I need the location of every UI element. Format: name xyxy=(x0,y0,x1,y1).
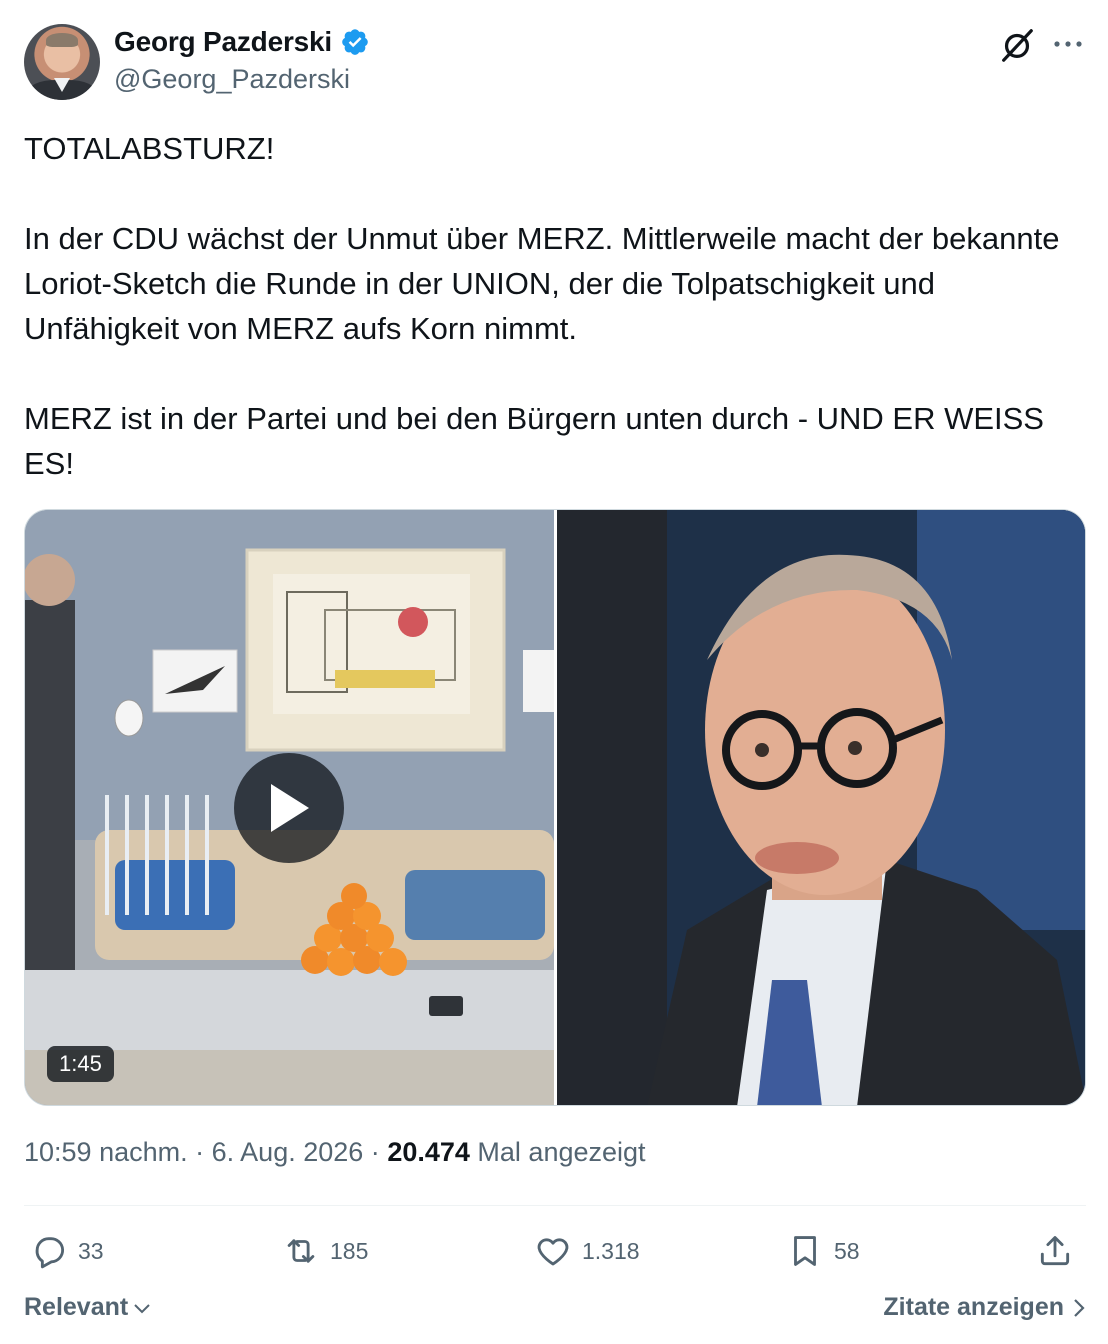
tweet-text: TOTALABSTURZ! In der CDU wächst der Unmu… xyxy=(24,131,1060,481)
author-name[interactable]: Georg Pazderski xyxy=(114,26,332,58)
play-button[interactable] xyxy=(234,753,344,863)
avatar-hair xyxy=(46,33,78,47)
photo-thumbnail[interactable] xyxy=(557,510,1085,1105)
reply-button[interactable]: 33 xyxy=(30,1229,104,1273)
sort-dropdown[interactable]: Relevant xyxy=(24,1293,152,1322)
reply-count: 33 xyxy=(78,1237,104,1264)
video-thumbnail[interactable]: 1:45 xyxy=(25,510,554,1105)
bookmark-icon xyxy=(794,1236,816,1266)
avatar[interactable] xyxy=(24,24,100,100)
tweet-date[interactable]: 6. Aug. 2026 xyxy=(212,1137,364,1167)
meta-separator: · xyxy=(370,1137,380,1167)
author-name-row[interactable]: Georg Pazderski xyxy=(114,26,370,58)
bookmark-button[interactable]: 58 xyxy=(786,1229,860,1273)
bookmark-count: 58 xyxy=(834,1237,860,1264)
media-grid: 1:45 xyxy=(24,509,1086,1106)
share-button[interactable] xyxy=(1036,1229,1074,1273)
meta-separator: · xyxy=(195,1137,205,1167)
portrait-photo-image xyxy=(557,510,1085,1105)
views-count: 20.474 xyxy=(387,1137,470,1167)
repost-button[interactable]: 185 xyxy=(282,1229,368,1273)
more-icon[interactable] xyxy=(1050,30,1086,58)
view-quotes-label: Zitate anzeigen xyxy=(883,1293,1064,1321)
like-count: 1.318 xyxy=(582,1237,640,1264)
like-button[interactable]: 1.318 xyxy=(534,1229,640,1273)
play-icon xyxy=(271,784,309,832)
tweet-time[interactable]: 10:59 nachm. xyxy=(24,1137,188,1167)
reply-icon xyxy=(35,1237,65,1269)
repost-icon xyxy=(287,1239,315,1263)
share-icon xyxy=(1040,1236,1070,1266)
view-quotes-link[interactable]: Zitate anzeigen xyxy=(883,1293,1086,1322)
verified-badge-icon xyxy=(342,29,368,55)
grok-icon[interactable] xyxy=(998,26,1036,64)
sort-label: Relevant xyxy=(24,1293,129,1321)
repost-count: 185 xyxy=(330,1237,369,1264)
views-label: Mal angezeigt xyxy=(477,1137,646,1167)
chevron-down-icon xyxy=(134,1303,150,1313)
heart-icon xyxy=(537,1238,569,1266)
author-handle[interactable]: @Georg_Pazderski xyxy=(114,64,350,95)
divider xyxy=(24,1205,1086,1206)
tweet-detail: Georg Pazderski @Georg_Pazderski TOTALAB… xyxy=(0,0,1108,1344)
video-duration: 1:45 xyxy=(47,1046,114,1082)
tweet-meta: 10:59 nachm. · 6. Aug. 2026 · 20.474 Mal… xyxy=(24,1137,646,1168)
chevron-right-icon xyxy=(1074,1298,1085,1317)
